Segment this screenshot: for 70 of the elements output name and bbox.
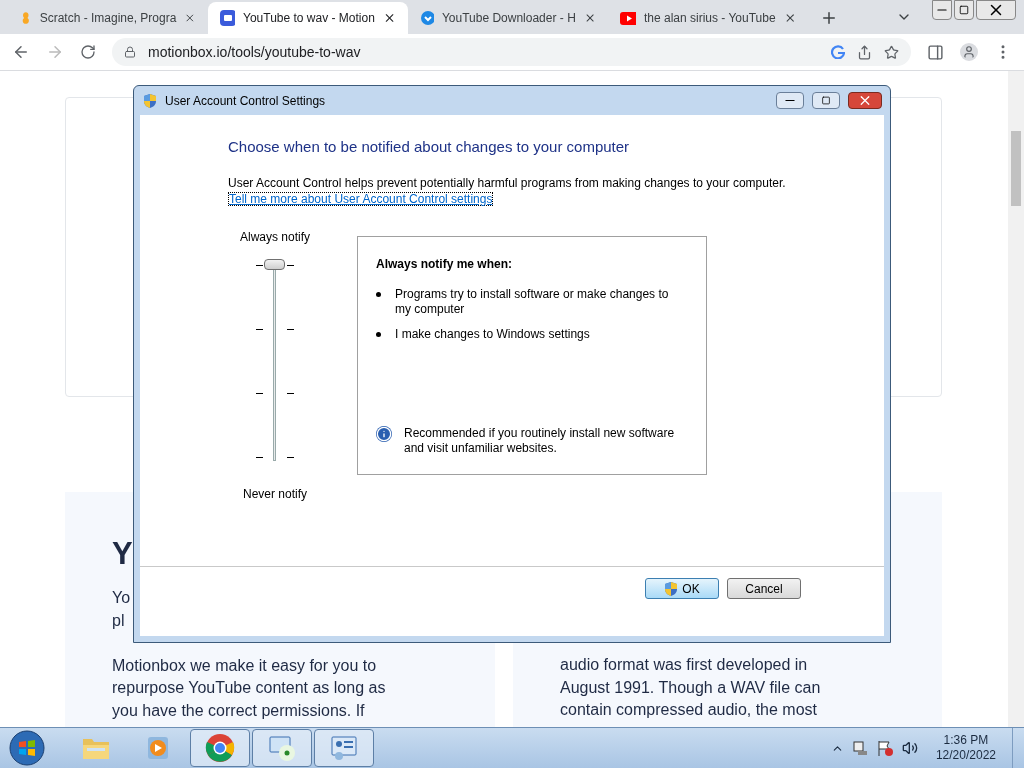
new-tab-icon[interactable] [820, 9, 838, 27]
address-bar[interactable]: motionbox.io/tools/youtube-to-wav [112, 38, 911, 66]
scrollbar-thumb[interactable] [1011, 131, 1021, 206]
volume-icon[interactable] [901, 740, 918, 756]
body-text: Motionbox we make it easy for you to [112, 655, 378, 676]
bullet-text: I make changes to Windows settings [395, 326, 591, 342]
monitor-disc-icon [267, 734, 297, 762]
info-icon [376, 425, 392, 442]
taskbar-app[interactable] [190, 729, 250, 767]
tab-title: YouTube Downloader - H [441, 10, 576, 27]
lock-icon [124, 46, 136, 58]
bullet-icon [376, 291, 381, 297]
tab-title: Scratch - Imagine, Progra [39, 10, 177, 27]
dialog-button[interactable]: Cancel [727, 578, 801, 599]
browser-tab[interactable]: Scratch - Imagine, Progra [8, 2, 208, 34]
taskbar-app[interactable] [314, 729, 374, 767]
body-text: contain compressed audio, the most [560, 700, 819, 720]
minimize-icon[interactable] [932, 0, 952, 20]
bullet-text: Programs try to install software or make changes to my computer [395, 286, 670, 317]
browser-tab[interactable]: YouTube Downloader - H [408, 2, 608, 34]
body-text: you have the correct permissions. If [112, 700, 366, 721]
description-text: User Account Control helps prevent potentially harmful programs from making changes to your computer. [228, 174, 787, 192]
flag-icon[interactable] [875, 739, 894, 757]
download-icon [420, 10, 434, 26]
note-text: Recommended if you routinely install new software and visit unfamiliar websites. [404, 425, 676, 456]
body-text: repurpose YouTube content as long as [112, 678, 387, 698]
share-icon[interactable] [857, 44, 872, 60]
shield-icon [664, 580, 679, 597]
control-panel-icon [329, 734, 359, 762]
side-panel-icon[interactable] [927, 43, 944, 61]
play-icon [620, 11, 636, 25]
body-text: pl [112, 610, 126, 631]
reload-icon[interactable] [80, 44, 96, 60]
url-text: motionbox.io/tools/youtube-to-wav [148, 42, 362, 62]
panel-title: Always notify me when: [376, 255, 514, 273]
close-icon[interactable] [848, 92, 882, 109]
section-heading: Y [112, 535, 134, 573]
profile-icon[interactable] [960, 43, 978, 61]
browser-tab[interactable]: the alan sirius - YouTube [608, 2, 808, 34]
body-text: August 1991. Though a WAV file can [560, 677, 822, 698]
clock-time: 1:36 PM [943, 733, 989, 748]
window-title: User Account Control Settings [165, 92, 327, 110]
help-link[interactable]: Tell me more about User Account Control settings [228, 191, 494, 206]
slider-thumb[interactable] [264, 258, 285, 270]
chrome-icon [205, 733, 235, 763]
dialog-button[interactable]: OK [645, 578, 719, 599]
close-icon[interactable] [976, 0, 1016, 20]
media-player-icon [145, 735, 171, 761]
start-button[interactable] [8, 729, 46, 767]
clock-date: 12/20/2022 [935, 748, 996, 763]
tab-title: the alan sirius - YouTube [643, 10, 776, 27]
back-icon[interactable] [12, 43, 30, 61]
shield-icon [143, 92, 157, 109]
dialog-heading: Choose when to be notified about changes to your computer [228, 137, 631, 157]
slider-label: Always notify [240, 228, 310, 246]
body-text: Yo [112, 588, 132, 608]
network-icon[interactable] [851, 740, 868, 756]
minimize-icon[interactable] [776, 92, 804, 109]
scrollbar[interactable] [1008, 71, 1024, 727]
maximize-icon[interactable] [954, 0, 974, 20]
browser-tab[interactable]: YouTube to wav - Motion [208, 2, 408, 34]
clock[interactable]: 1:36 PM 12/20/2022 [935, 733, 996, 763]
body-text: audio format was first developed in [560, 655, 809, 675]
google-icon[interactable] [831, 45, 845, 59]
maximize-icon[interactable] [812, 92, 840, 109]
taskbar-app[interactable] [252, 729, 312, 767]
bookmark-icon[interactable] [884, 44, 899, 60]
slider-label: Never notify [243, 485, 307, 503]
tab-title: YouTube to wav - Motion [243, 10, 375, 27]
bullet-icon [376, 331, 381, 337]
